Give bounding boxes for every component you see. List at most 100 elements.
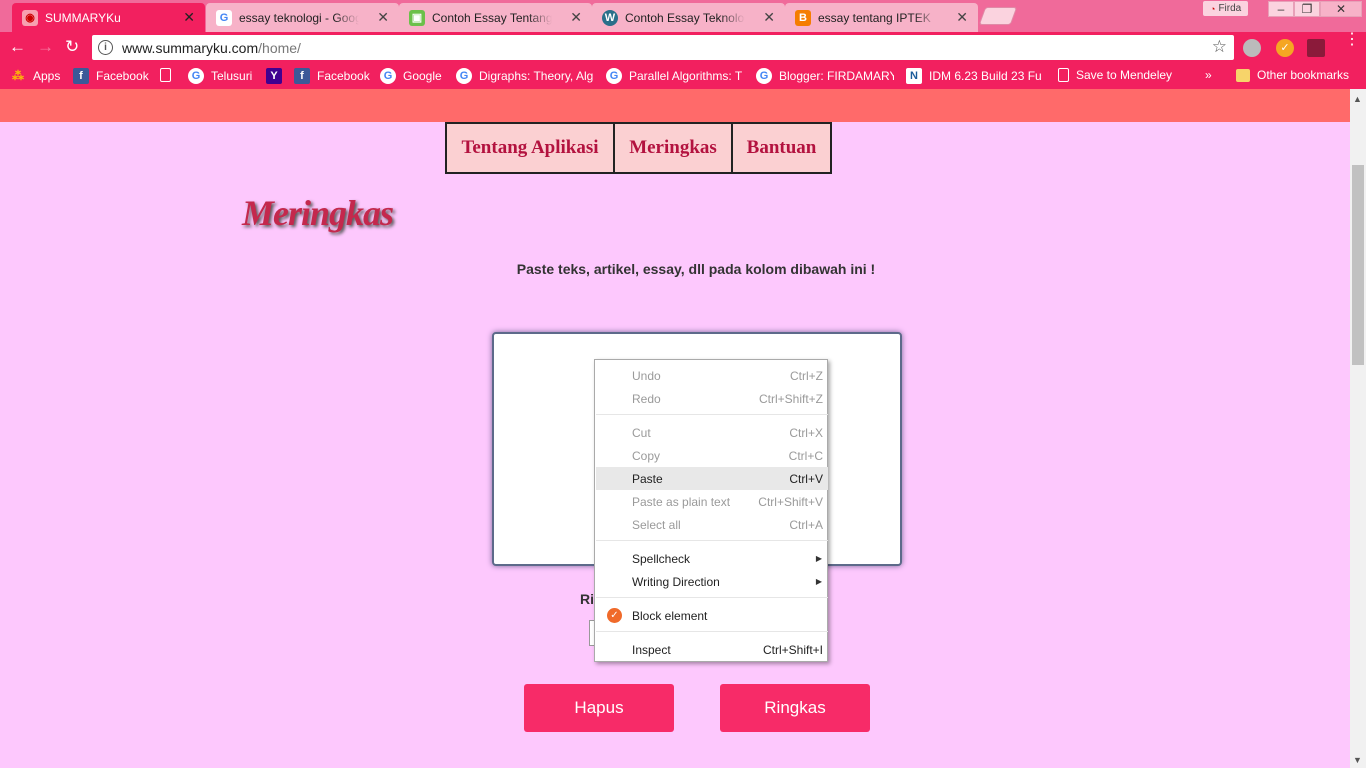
page-icon [1058, 68, 1069, 82]
tab-contoh-essay-teknologi[interactable]: W Contoh Essay Teknologi ✕ [592, 3, 785, 32]
bookmark-label: Facebook [96, 69, 149, 83]
profile-name: Firda [1218, 3, 1242, 14]
page-icon [160, 68, 171, 82]
tab-title: SUMMARYKu [45, 10, 121, 25]
menu-icon[interactable]: ⋮ [1344, 32, 1360, 48]
menu-separator [596, 597, 828, 598]
menu-item-label: Spellcheck [632, 551, 691, 566]
info-icon[interactable]: i [98, 40, 113, 55]
facebook-icon: f [294, 68, 310, 84]
minimize-button[interactable]: – [1268, 1, 1294, 17]
tab-essay-tentang-iptek[interactable]: B essay tentang IPTEK ✕ [785, 3, 978, 32]
profile-button[interactable]: ◔ Firda [1203, 1, 1249, 16]
bookmarks-more-label: » [1205, 68, 1212, 82]
extension-cloud-icon[interactable] [1243, 39, 1261, 57]
menu-item-undo[interactable]: Undo Ctrl+Z [596, 364, 828, 387]
bookmark-label: Telusuri [211, 69, 253, 83]
tab-essay-teknologi-google[interactable]: G essay teknologi - Google ✕ [206, 3, 399, 32]
close-window-button[interactable]: ✕ [1320, 1, 1362, 17]
apps-grid-icon: ⁂ [12, 69, 24, 83]
tab-title: essay tentang IPTEK [818, 10, 931, 25]
context-menu: Undo Ctrl+Z Redo Ctrl+Shift+Z Cut Ctrl+X… [594, 359, 828, 662]
bookmark-google[interactable]: G Google [380, 68, 442, 84]
bookmark-telusuri[interactable]: G Telusuri [188, 68, 252, 84]
close-tab-icon[interactable]: ✕ [763, 9, 775, 26]
nav-bantuan[interactable]: Bantuan [731, 122, 832, 174]
folder-icon [1236, 68, 1250, 82]
bookmark-facebook-2[interactable]: f Facebook [294, 68, 370, 84]
google-icon: G [216, 9, 232, 26]
bookmark-digraphs[interactable]: G Digraphs: Theory, Alg [456, 68, 594, 84]
close-tab-icon[interactable]: ✕ [183, 9, 195, 26]
bookmark-label: Facebook [317, 69, 370, 83]
new-tab-button[interactable] [978, 7, 1018, 25]
menu-item-shortcut: Ctrl+Shift+V [758, 494, 823, 509]
extension-check-icon[interactable]: ✓ [1276, 39, 1294, 57]
scroll-up-arrow-icon[interactable]: ▲ [1353, 94, 1362, 104]
ringkas-button[interactable]: Ringkas [720, 684, 870, 732]
bookmark-label: Parallel Algorithms: T [629, 69, 743, 83]
tab-title: essay teknologi - Google [239, 10, 359, 25]
menu-item-shortcut: Ctrl+Shift+Z [758, 391, 823, 406]
google-icon: G [756, 68, 772, 84]
extension-grid-icon[interactable] [1307, 39, 1325, 57]
tab-title: Contoh Essay Tentang Te [432, 10, 552, 25]
bookmark-mendeley[interactable]: Save to Mendeley [1058, 68, 1172, 82]
menu-item-redo[interactable]: Redo Ctrl+Shift+Z [596, 387, 828, 410]
address-bar[interactable]: i www.summaryku.com/home/ ☆ [92, 35, 1234, 60]
menu-item-paste-plain-text[interactable]: Paste as plain text Ctrl+Shift+V [596, 490, 828, 513]
menu-item-copy[interactable]: Copy Ctrl+C [596, 444, 828, 467]
menu-item-spellcheck[interactable]: Spellcheck ▶ [596, 547, 828, 570]
bookmark-page[interactable] [160, 68, 178, 82]
other-bookmarks[interactable]: Other bookmarks [1236, 68, 1349, 82]
nav-tentang-aplikasi[interactable]: Tentang Aplikasi [445, 122, 615, 174]
back-arrow-icon[interactable]: ← [9, 38, 26, 56]
bookmark-label: Digraphs: Theory, Alg [479, 69, 594, 83]
menu-item-cut[interactable]: Cut Ctrl+X [596, 421, 828, 444]
bookmark-yahoo[interactable]: Y [266, 68, 289, 84]
nav-meringkas[interactable]: Meringkas [613, 122, 733, 174]
close-tab-icon[interactable]: ✕ [570, 9, 582, 26]
google-icon: G [380, 68, 396, 84]
site-header-bar [0, 89, 1350, 122]
close-tab-icon[interactable]: ✕ [377, 9, 389, 26]
bookmark-star-icon[interactable]: ☆ [1212, 37, 1227, 57]
tab-contoh-essay-tentang[interactable]: ▣ Contoh Essay Tentang Te ✕ [399, 3, 592, 32]
menu-item-label: Inspect [632, 642, 671, 657]
menu-item-label: Cut [632, 425, 651, 440]
google-icon: G [456, 68, 472, 84]
close-tab-icon[interactable]: ✕ [956, 9, 968, 26]
menu-item-shortcut: Ctrl+X [789, 425, 823, 440]
menu-item-paste[interactable]: Paste Ctrl+V [596, 467, 828, 490]
hapus-button[interactable]: Hapus [524, 684, 674, 732]
bookmarks-overflow-button[interactable]: » [1205, 68, 1212, 82]
bookmark-label: Save to Mendeley [1076, 68, 1173, 82]
menu-item-block-element[interactable]: ✓ Block element [596, 604, 828, 627]
menu-separator [596, 631, 828, 632]
yahoo-icon: Y [266, 68, 282, 84]
bookmark-label: Google [403, 69, 442, 83]
bookmark-apps[interactable]: ⁂ Apps [10, 68, 60, 84]
bookmark-idm[interactable]: N IDM 6.23 Build 23 Fu [906, 68, 1044, 84]
bookmark-label: Apps [33, 69, 61, 83]
bookmark-parallel-algorithms[interactable]: G Parallel Algorithms: T [606, 68, 744, 84]
menu-item-inspect[interactable]: Inspect Ctrl+Shift+I [596, 638, 828, 661]
menu-item-label: Undo [632, 368, 661, 383]
restore-button[interactable]: ❐ [1294, 1, 1320, 17]
bookmark-blogger[interactable]: G Blogger: FIRDAMARY [756, 68, 894, 84]
menu-item-label: Select all [632, 517, 681, 532]
submenu-arrow-icon: ▶ [815, 577, 822, 586]
menu-separator [596, 414, 828, 415]
forward-arrow-icon[interactable]: → [37, 38, 54, 56]
reload-icon[interactable]: ↻ [65, 38, 79, 56]
menu-item-select-all[interactable]: Select all Ctrl+A [596, 513, 828, 536]
scroll-down-arrow-icon[interactable]: ▼ [1353, 755, 1362, 765]
profile-icon: ◔ [1210, 3, 1216, 14]
menu-item-label: Paste [632, 471, 663, 486]
tab-summaryku[interactable]: ◉ SUMMARYKu ✕ [12, 3, 205, 32]
bookmark-facebook[interactable]: f Facebook [73, 68, 149, 84]
menu-item-label: Copy [632, 448, 661, 463]
n-icon: N [906, 68, 922, 84]
menu-item-writing-direction[interactable]: Writing Direction ▶ [596, 570, 828, 593]
wordpress-icon: W [602, 9, 618, 26]
